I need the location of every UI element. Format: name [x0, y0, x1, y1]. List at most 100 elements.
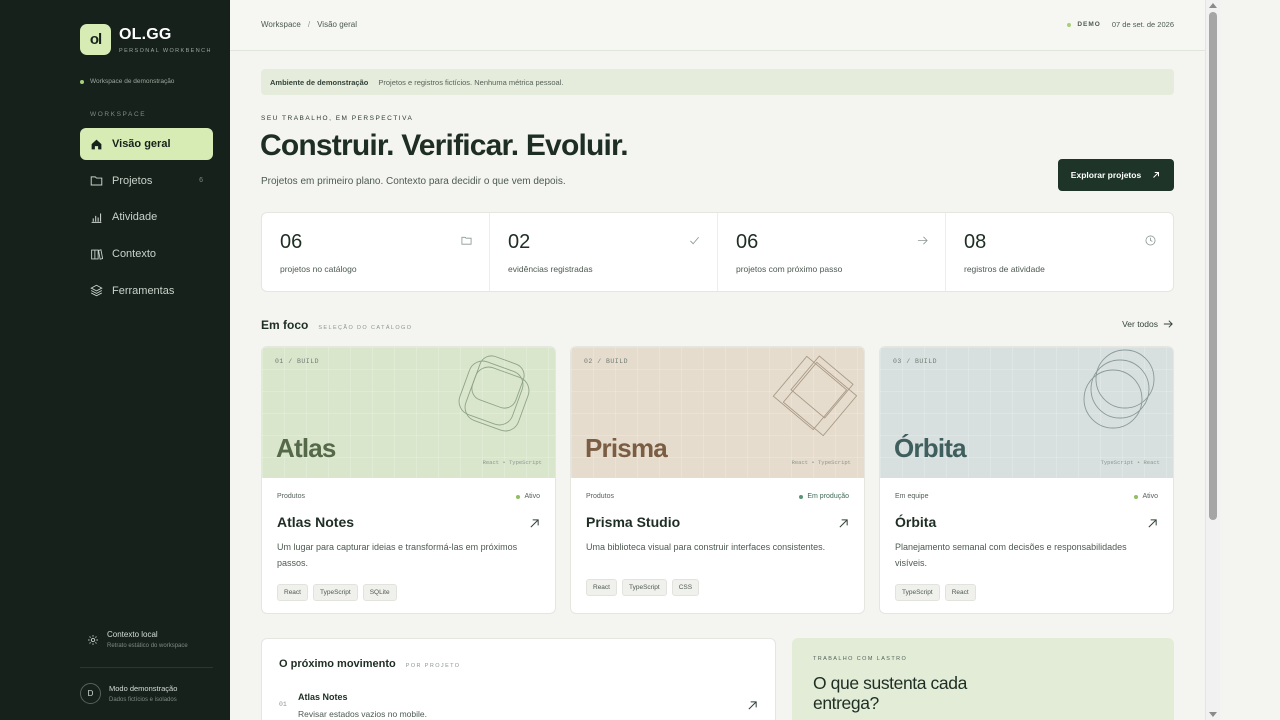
breadcrumb-workspace[interactable]: Workspace	[261, 20, 301, 29]
arrow-up-right-icon[interactable]	[529, 518, 540, 529]
card-art	[458, 355, 530, 432]
sidebar-item-ferramentas[interactable]: Ferramentas	[80, 275, 213, 307]
hero-subtitle: Projetos em primeiro plano. Contexto par…	[261, 176, 566, 187]
stat-projects: 06 projetos no catálogo	[262, 213, 489, 291]
section-title: Em foco	[261, 318, 309, 332]
focus-header: Em foco SELEÇÃO DO CATÁLOGO	[261, 318, 412, 332]
clock-icon	[1145, 235, 1156, 246]
next-move-header: O próximo movimento POR PROJETO	[279, 658, 460, 670]
tag: TypeScript	[621, 579, 667, 596]
card-body: Produtos Em produção Prisma Studio Uma b…	[571, 478, 864, 556]
breadcrumb-current: Visão geral	[317, 20, 357, 29]
stat-value: 08	[964, 231, 987, 253]
status-dot	[799, 494, 804, 499]
next-move-panel: O próximo movimento POR PROJETO 01 Atlas…	[261, 638, 776, 720]
explore-projects-button[interactable]: Explorar projetos	[1058, 159, 1174, 191]
project-card-orbita[interactable]: 03 / BUILD Órbita TypeScript • React Em …	[879, 346, 1174, 614]
banner-title: Ambiente de demonstração	[270, 77, 369, 87]
status-badge: Em produção	[799, 493, 849, 500]
tag-list: TypeScript React	[895, 584, 981, 601]
brand-logo[interactable]: ol OL.GG PERSONAL WORKBENCH	[80, 24, 212, 55]
scroll-down-arrow[interactable]	[1209, 712, 1217, 717]
arrow-up-right-icon[interactable]	[838, 518, 849, 529]
tag: TypeScript	[312, 584, 358, 601]
demo-banner: Ambiente de demonstração Projetos e regi…	[261, 69, 1174, 95]
gear-icon	[88, 635, 98, 645]
see-all-link[interactable]: Ver todos	[1122, 319, 1173, 329]
breadcrumb-separator: /	[307, 20, 311, 29]
next-move-project[interactable]: Atlas Notes	[298, 692, 348, 702]
arrow-up-right-icon[interactable]	[1147, 518, 1158, 529]
hero-eyebrow: SEU TRABALHO, EM PERSPECTIVA	[261, 115, 414, 122]
backed-work-panel: TRABALHO COM LASTRO O que sustenta cada …	[792, 638, 1174, 720]
card-hero: 02 / BUILD Prisma React • TypeScript	[571, 347, 864, 478]
stat-label: registros de atividade	[964, 264, 1045, 274]
brand-subtitle: PERSONAL WORKBENCH	[119, 47, 212, 54]
tag: SQLite	[362, 584, 397, 601]
arrow-up-right-icon[interactable]	[747, 700, 758, 711]
current-date: 07 de set. de 2026	[1111, 20, 1174, 29]
backed-title: O que sustenta cada entrega?	[813, 673, 967, 713]
project-card-prisma[interactable]: 02 / BUILD Prisma React • TypeScript Pro…	[570, 346, 865, 614]
tag: React	[944, 584, 976, 601]
sidebar-item-projetos[interactable]: Projetos 6	[80, 165, 213, 197]
card-title: Órbita	[895, 514, 937, 530]
workspace-note: Workspace de demonstração	[80, 78, 174, 85]
tag: TypeScript	[895, 584, 940, 601]
card-stack: React • TypeScript	[482, 459, 542, 466]
card-description: Um lugar para capturar ideias e transfor…	[277, 542, 518, 568]
sidebar-item-label: Visão geral	[112, 138, 171, 150]
card-description: Planejamento semanal com decisões e resp…	[895, 542, 1127, 568]
card-hero-name: Atlas	[276, 433, 336, 463]
tag: React	[586, 579, 617, 596]
tag: CSS	[671, 579, 700, 596]
sidebar-item-visao-geral[interactable]: Visão geral	[80, 128, 213, 160]
local-context[interactable]: Contexto local Retrato estático do works…	[87, 630, 188, 649]
scrollbar-thumb[interactable]	[1209, 12, 1217, 520]
layers-icon	[90, 284, 103, 297]
bar-chart-icon	[91, 213, 102, 223]
avatar: D	[80, 683, 101, 704]
backed-eyebrow: TRABALHO COM LASTRO	[813, 656, 908, 662]
card-category: Em equipe	[895, 493, 929, 500]
page-title: Construir. Verificar. Evoluir.	[260, 129, 629, 162]
card-title: Atlas Notes	[277, 514, 355, 530]
tag-list: React TypeScript CSS	[586, 579, 704, 596]
breadcrumb: Workspace / Visão geral	[261, 20, 357, 29]
card-hero: 01 / BUILD Atlas React • TypeScript	[262, 347, 555, 478]
sidebar-item-atividade[interactable]: Atividade	[80, 201, 213, 233]
window-gutter	[1220, 0, 1280, 720]
demo-badge: DEMO	[1067, 21, 1101, 28]
sidebar-item-label: Atividade	[112, 211, 158, 224]
card-hero-name: Prisma	[585, 433, 668, 463]
card-stack: TypeScript • React	[1100, 459, 1160, 466]
sidebar-section-label: WORKSPACE	[90, 111, 147, 118]
topbar-right: DEMO 07 de set. de 2026	[1067, 20, 1174, 29]
home-icon	[91, 139, 102, 149]
stat-value: 02	[508, 231, 531, 253]
status-badge: Ativo	[516, 493, 540, 500]
cta-label: Explorar projetos	[1070, 170, 1142, 180]
sidebar-item-contexto[interactable]: Contexto	[80, 238, 213, 270]
status-dot	[1067, 22, 1072, 27]
topbar: Workspace / Visão geral DEMO 07 de set. de…	[230, 0, 1205, 51]
stat-value: 06	[736, 231, 759, 253]
brand-title: OL.GG	[119, 25, 172, 43]
card-hero-name: Órbita	[894, 433, 967, 463]
section-subtitle: SELEÇÃO DO CATÁLOGO	[318, 325, 413, 331]
next-move-description: Revisar estados vazios no mobile.	[298, 709, 427, 719]
project-card-atlas[interactable]: 01 / BUILD Atlas React • TypeScript Prod…	[261, 346, 556, 614]
logo-mark: ol	[80, 24, 111, 55]
section-subtitle: POR PROJETO	[405, 663, 461, 669]
tag: React	[277, 584, 308, 601]
section-title: O próximo movimento	[279, 658, 396, 670]
tag-list: React TypeScript SQLite	[277, 584, 402, 601]
scroll-up-arrow[interactable]	[1209, 3, 1217, 8]
banner-text: Projetos e registros fictícios. Nenhuma …	[378, 77, 564, 87]
local-context-subtitle: Retrato estático do workspace	[107, 643, 188, 649]
card-title: Prisma Studio	[586, 514, 681, 530]
stat-evidences: 02 evidências registradas	[489, 213, 717, 291]
status-badge: Ativo	[1134, 493, 1158, 500]
demo-mode[interactable]: D Modo demonstração Dados fictícios e is…	[80, 683, 177, 704]
vertical-scrollbar[interactable]	[1205, 0, 1220, 720]
